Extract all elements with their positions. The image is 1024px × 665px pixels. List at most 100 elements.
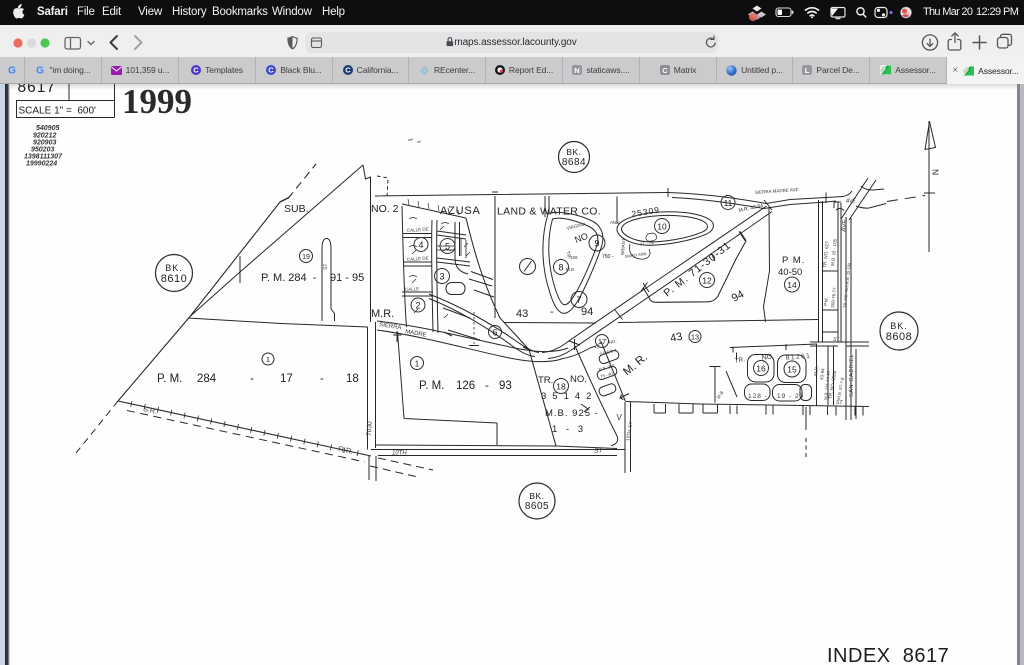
svg-text:SAN GABRIEL: SAN GABRIEL (849, 354, 855, 397)
svg-text:8610: 8610 (161, 273, 187, 285)
svg-text:9: 9 (594, 239, 599, 249)
svg-text:ST.: ST. (833, 337, 840, 343)
svg-text:P. M. 71-30-31: P. M. 71-30-31 (661, 239, 733, 299)
svg-text:18: 18 (346, 373, 359, 385)
svg-text:6: 6 (492, 328, 497, 338)
svg-text:L: L (805, 66, 810, 75)
svg-text:94: 94 (581, 306, 593, 318)
svg-text:P. M.: P. M. (419, 380, 444, 392)
svg-text:AVE.: AVE. (841, 217, 849, 232)
svg-text:10: 10 (657, 222, 667, 232)
svg-text:BK.: BK. (529, 491, 544, 501)
svg-text:19990224: 19990224 (26, 161, 57, 168)
svg-text:TR.: TR. (538, 375, 553, 386)
svg-text:540905: 540905 (36, 125, 59, 132)
svg-text:1 - 3: 1 - 3 (552, 424, 586, 435)
svg-text:43: 43 (669, 331, 683, 345)
svg-text:P. M.: P. M. (157, 373, 182, 385)
svg-text:NO.: NO. (570, 374, 587, 385)
svg-text:M.B. 16 - 105: M.B. 16 - 105 (830, 238, 838, 266)
svg-text:SIERRA MADRE AVE: SIERRA MADRE AVE (755, 187, 799, 195)
svg-text:ST.: ST. (836, 400, 843, 406)
svg-text:2 0 5 9 4: 2 0 5 9 4 (599, 347, 618, 356)
svg-text:1: 1 (415, 360, 420, 369)
svg-text:14: 14 (787, 280, 797, 290)
svg-text:94: 94 (730, 288, 746, 304)
svg-text:17: 17 (280, 373, 293, 385)
svg-text:12: 12 (702, 276, 712, 286)
svg-text:7: 7 (576, 295, 581, 305)
svg-text:ST: ST (323, 263, 329, 270)
svg-text:1999: 1999 (122, 84, 192, 121)
svg-text:159: 159 (570, 255, 578, 260)
svg-text:C: C (662, 66, 668, 75)
svg-text:BK.: BK. (165, 263, 183, 273)
svg-text:35142: 35142 (541, 391, 597, 402)
svg-text:40-50: 40-50 (778, 267, 802, 278)
svg-text:P. M. 284 -: P. M. 284 - (261, 272, 317, 284)
svg-text:269-76-77: 269-76-77 (830, 287, 837, 308)
svg-text:91 - 95: 91 - 95 (330, 272, 364, 284)
svg-text:R.R.: R.R. (338, 444, 355, 456)
svg-text:128 -: 128 - (748, 393, 768, 400)
svg-text:INDEX 8617: INDEX 8617 (827, 645, 949, 665)
svg-text:SUB.: SUB. (284, 203, 309, 215)
svg-text:19 - 20: 19 - 20 (777, 393, 804, 400)
svg-text:10TH ST: 10TH ST (625, 421, 633, 441)
svg-text:750 -: 750 - (602, 254, 614, 260)
svg-text:15: 15 (787, 365, 797, 375)
svg-text:920903: 920903 (33, 140, 56, 147)
svg-text:NO.: NO. (608, 338, 617, 345)
svg-text:BK.: BK. (890, 321, 908, 331)
svg-text:4: 4 (418, 240, 423, 250)
svg-text:BRIANT: BRIANT (620, 238, 626, 255)
svg-text:18: 18 (556, 382, 566, 392)
svg-text:126: 126 (456, 380, 475, 392)
svg-text:C: C (345, 66, 351, 75)
svg-text:19: 19 (302, 254, 310, 261)
svg-text:1: 1 (266, 355, 270, 364)
svg-text:11: 11 (724, 198, 733, 208)
svg-text:G: G (37, 65, 45, 75)
svg-text:3: 3 (439, 272, 444, 282)
svg-text:N: N (931, 169, 941, 175)
svg-text:-: - (250, 373, 254, 385)
svg-text:8608: 8608 (886, 331, 912, 343)
svg-text:AVE.: AVE. (845, 199, 857, 205)
svg-text:93: 93 (499, 380, 512, 392)
svg-text:2: 2 (415, 301, 420, 311)
svg-text:8605: 8605 (525, 501, 549, 512)
svg-text:SCALE 1" = 600': SCALE 1" = 600' (19, 106, 97, 117)
svg-text:-: - (320, 373, 324, 385)
svg-text:NO: NO (573, 231, 589, 245)
svg-text:71 - 76: 71 - 76 (639, 240, 654, 247)
svg-text:C: C (193, 66, 199, 75)
svg-text:25309: 25309 (631, 205, 661, 219)
svg-text:CALLE: CALLE (405, 286, 420, 292)
svg-text:-: - (550, 306, 554, 318)
svg-text:8: 8 (558, 263, 563, 273)
svg-text:NO. 2: NO. 2 (371, 203, 399, 215)
svg-text:LAND & WATER CO.: LAND & WATER CO. (497, 206, 601, 218)
svg-text:TR. NO. 443 M.B. 15-105: TR. NO. 443 M.B. 15-105 (842, 262, 852, 308)
svg-text:N: N (575, 66, 580, 75)
svg-text:-: - (485, 380, 489, 392)
svg-text:16: 16 (756, 364, 766, 374)
svg-text:284: 284 (197, 373, 217, 385)
svg-text:1398111307: 1398111307 (24, 154, 63, 161)
svg-text:10TH: 10TH (392, 451, 407, 457)
svg-text:VIRGINIA: VIRGINIA (566, 221, 586, 231)
svg-text:P.M.: P.M. (823, 297, 829, 306)
svg-text:5: 5 (445, 242, 450, 252)
svg-text:CALLE DE: CALLE DE (407, 255, 429, 262)
svg-text:ST: ST (594, 448, 603, 455)
svg-text:M.B: M.B (716, 390, 725, 399)
svg-text:17: 17 (598, 337, 606, 346)
svg-text:13: 13 (691, 333, 699, 342)
svg-text:M. R.: M. R. (621, 351, 650, 378)
svg-text:CALLE DE: CALLE DE (407, 226, 429, 233)
svg-text:BK.: BK. (566, 147, 581, 157)
svg-text:G: G (8, 65, 16, 75)
svg-text:M.B. 97-7-8: M.B. 97-7-8 (836, 377, 845, 401)
svg-text:V: V (617, 413, 623, 422)
